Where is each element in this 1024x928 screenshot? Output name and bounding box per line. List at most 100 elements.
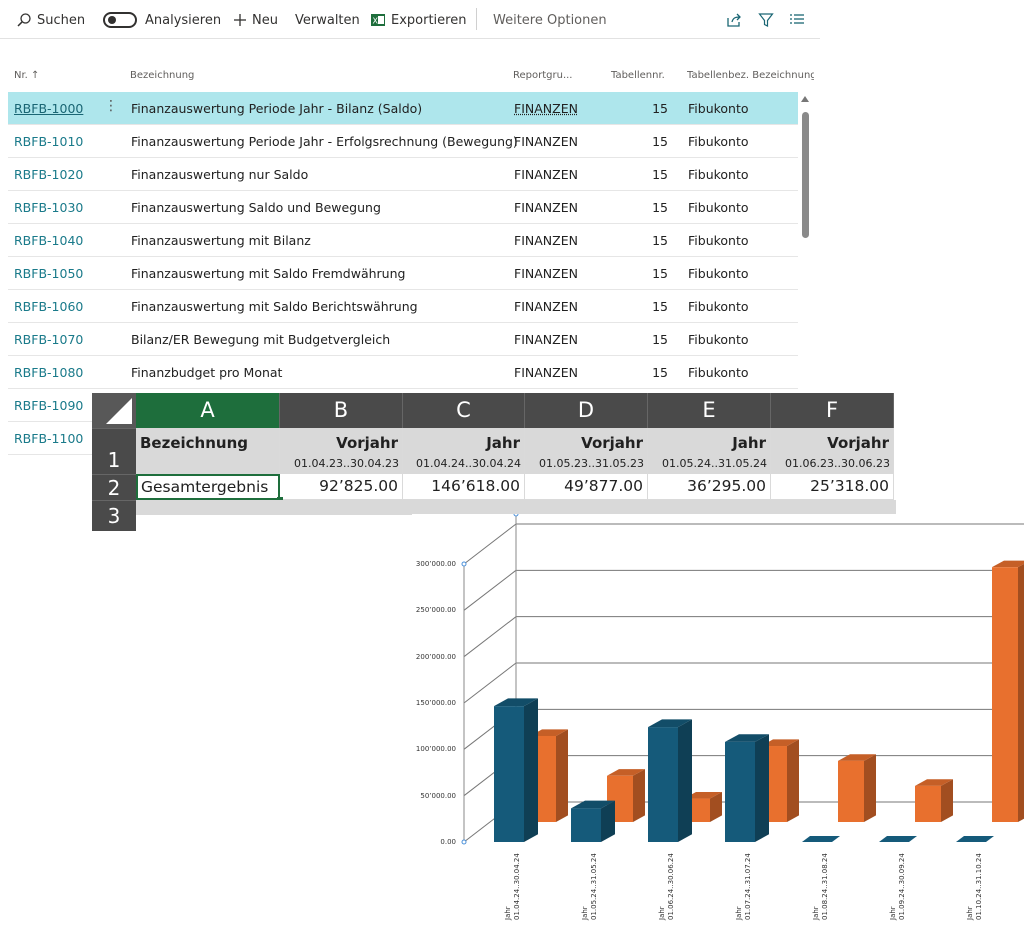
scroll-up-arrow-icon[interactable]	[801, 96, 809, 102]
table-row[interactable]: RBFB-1050Finanzauswertung mit Saldo Frem…	[8, 257, 798, 290]
manage-button[interactable]: Verwalten	[295, 10, 360, 30]
action-toolbar: Suchen Analysieren Neu Verwalten X Expor…	[0, 0, 820, 39]
x-tick-label-line: Jahr	[658, 853, 667, 920]
column-header-nr[interactable]: Nr. ↑	[14, 70, 39, 81]
row-bezeichnung: Finanzauswertung mit Bilanz	[131, 233, 311, 248]
column-header-c[interactable]: C	[403, 393, 525, 428]
cell-value[interactable]: 25’318.00	[771, 474, 894, 500]
row-reportgruppe: FINANZEN	[514, 167, 578, 182]
row-nr-link[interactable]: RBFB-1080	[14, 365, 83, 380]
row-nr-link[interactable]: RBFB-1030	[14, 200, 83, 215]
row-nr-link[interactable]: RBFB-1100	[14, 431, 83, 446]
row-tabellennr: 15	[628, 233, 668, 248]
row-header-2[interactable]: 2	[92, 474, 136, 500]
x-tick-label-line: 01.06.24..30.06.24	[667, 853, 676, 920]
bar-zero	[879, 836, 917, 842]
row-reportgruppe: FINANZEN	[514, 200, 578, 215]
sort-up-arrow-icon: ↑	[31, 70, 39, 81]
row-nr-link[interactable]: RBFB-1010	[14, 134, 83, 149]
column-header-bezeichnung[interactable]: Bezeichnung	[130, 70, 194, 81]
table-row[interactable]: RBFB-1030Finanzauswertung Saldo und Bewe…	[8, 191, 798, 224]
filter-button[interactable]	[758, 10, 779, 30]
column-header-f[interactable]: F	[771, 393, 894, 428]
row-nr-link[interactable]: RBFB-1040	[14, 233, 83, 248]
row-tabellenbez: Fibukonto	[688, 266, 749, 281]
column-header-b[interactable]: B	[280, 393, 403, 428]
cell-header[interactable]: Jahr01.05.24..31.05.24	[648, 428, 771, 474]
column-header-reportgruppe[interactable]: Reportgru...	[513, 70, 572, 81]
cell-header[interactable]: Vorjahr01.05.23..31.05.23	[525, 428, 648, 474]
row-nr-link[interactable]: RBFB-1060	[14, 299, 83, 314]
row-menu-ellipsis-icon[interactable]: ⋮	[104, 98, 118, 114]
x-tick-label-line: Jahr	[504, 853, 513, 920]
row-header-1[interactable]: 1	[92, 428, 136, 474]
bar-zero	[956, 836, 994, 842]
cell-amount: 25’318.00	[810, 477, 889, 495]
row-tabellenbez: Fibukonto	[688, 200, 749, 215]
table-row[interactable]: RBFB-1080Finanzbudget pro MonatFINANZEN1…	[8, 356, 798, 389]
row-tabellennr: 15	[628, 200, 668, 215]
column-header-a[interactable]: A	[136, 393, 280, 428]
table-row[interactable]: RBFB-1060Finanzauswertung mit Saldo Beri…	[8, 290, 798, 323]
row-tabellennr: 15	[628, 299, 668, 314]
cell-period-label: 01.06.23..30.06.23	[785, 457, 890, 470]
row-nr-link[interactable]: RBFB-1020	[14, 167, 83, 182]
cell-value[interactable]: 146’618.00	[403, 474, 525, 500]
cell-value[interactable]: 92’825.00	[280, 474, 403, 500]
resize-handle	[462, 562, 466, 566]
bar-side	[524, 698, 538, 842]
x-tick-label: Jahr01.07.24..31.07.24	[735, 853, 753, 920]
y-tick-label: 250’000.00	[412, 606, 456, 614]
analyze-toggle[interactable]: Analysieren	[103, 10, 221, 30]
cell-header[interactable]: Vorjahr01.06.23..30.06.23	[771, 428, 894, 474]
cell-a2-selected[interactable]: Gesamtergebnis	[136, 474, 280, 500]
row-reportgruppe: FINANZEN	[514, 299, 578, 314]
column-header-e[interactable]: E	[648, 393, 771, 428]
bar	[915, 779, 953, 822]
cell-header[interactable]: Bezeichnung	[136, 428, 280, 474]
cell-header[interactable]: Jahr01.04.24..30.04.24	[403, 428, 525, 474]
cell-value[interactable]: 36’295.00	[648, 474, 771, 500]
share-button[interactable]	[726, 10, 747, 30]
select-all-corner[interactable]	[92, 393, 136, 428]
gridline-depth	[464, 663, 516, 703]
export-button[interactable]: X Exportieren	[370, 10, 466, 30]
column-header-tabellenbez[interactable]: Tabellenbez. Bezeichnung	[687, 70, 814, 81]
x-tick-label: Jahr01.06.24..30.06.24	[658, 853, 676, 920]
column-header-tabellennr[interactable]: Tabellennr.	[611, 70, 665, 81]
bar	[571, 801, 615, 842]
more-options-button[interactable]: Weitere Optionen	[493, 10, 607, 30]
cell-header[interactable]: Vorjahr01.04.23..30.04.23	[280, 428, 403, 474]
table-row[interactable]: RBFB-1070Bilanz/ER Bewegung mit Budgetve…	[8, 323, 798, 356]
row-bezeichnung: Finanzauswertung nur Saldo	[131, 167, 308, 182]
row-3-cells[interactable]	[136, 500, 896, 515]
column-header-d[interactable]: D	[525, 393, 648, 428]
bar-front	[992, 567, 1018, 822]
row-tabellenbez: Fibukonto	[688, 365, 749, 380]
bar-side	[678, 719, 692, 842]
cell-header-label: Bezeichnung	[140, 434, 248, 452]
row-reportgruppe: FINANZEN	[514, 134, 578, 149]
table-row[interactable]: RBFB-1000Finanzauswertung Periode Jahr -…	[8, 92, 798, 125]
row-tabellenbez: Fibukonto	[688, 167, 749, 182]
row-nr-link[interactable]: RBFB-1050	[14, 266, 83, 281]
table-row[interactable]: RBFB-1010Finanzauswertung Periode Jahr -…	[8, 125, 798, 158]
bar-front	[648, 727, 678, 842]
new-button[interactable]: Neu	[233, 10, 278, 30]
scrollbar-thumb[interactable]	[802, 112, 809, 238]
cell-header-label: Jahr	[486, 434, 520, 452]
row-nr-link[interactable]: RBFB-1070	[14, 332, 83, 347]
list-view-button[interactable]	[789, 10, 810, 30]
excel-sheet-excerpt: ABCDEF 123 Bezeichnung Vorjahr01.04.23..30.…	[92, 393, 896, 531]
row-nr-link[interactable]: RBFB-1090	[14, 398, 83, 413]
table-row[interactable]: RBFB-1040Finanzauswertung mit BilanzFINA…	[8, 224, 798, 257]
row-nr-link[interactable]: RBFB-1000	[14, 101, 83, 116]
row-header-3[interactable]: 3	[92, 500, 136, 531]
bar	[725, 734, 769, 842]
cell-value[interactable]: 49’877.00	[525, 474, 648, 500]
table-row[interactable]: RBFB-1020 Finanzauswertung nur Saldo FINAN…	[8, 158, 798, 191]
x-tick-label-line: 01.10.24..31.10.24	[975, 853, 984, 920]
bar-front	[725, 742, 755, 842]
row-tabellenbez: Fibukonto	[688, 299, 749, 314]
search-button[interactable]: Suchen	[16, 10, 85, 30]
